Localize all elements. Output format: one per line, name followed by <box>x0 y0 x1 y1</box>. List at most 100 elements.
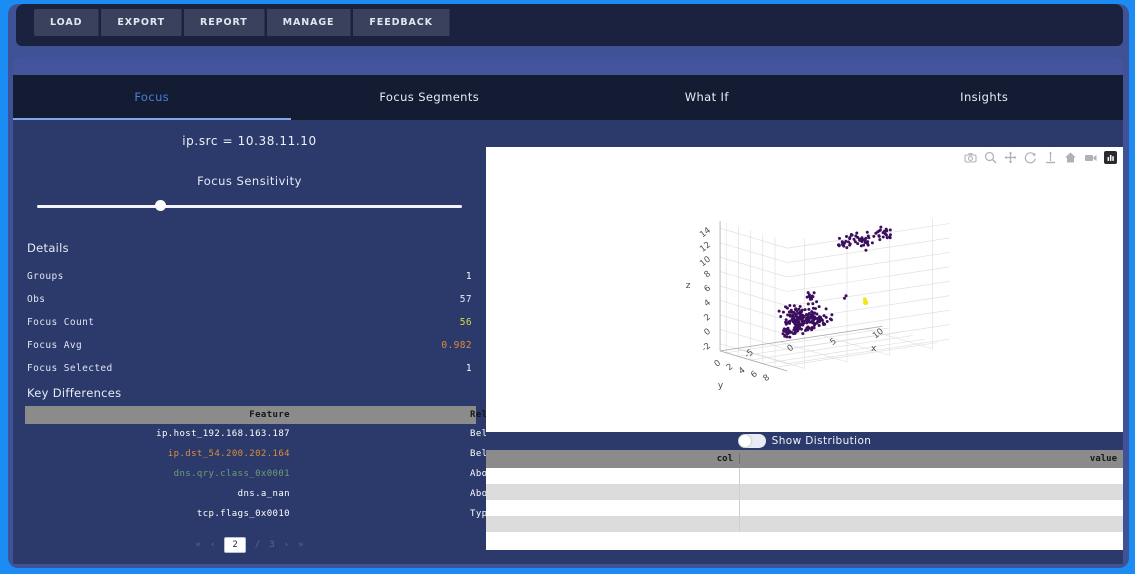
table-header-row: Feature Relation <box>25 406 516 424</box>
load-button[interactable]: LOAD <box>34 9 100 36</box>
tab-what-if[interactable]: What If <box>568 75 846 120</box>
pagination-prev[interactable]: ‹ <box>210 540 215 550</box>
table-row[interactable] <box>486 500 1123 516</box>
slider-track <box>37 205 462 208</box>
zoom-icon[interactable] <box>984 151 997 164</box>
cell-feature: ip.host_192.168.163.187 <box>156 429 290 439</box>
cell-feature: tcp.flags_0x0010 <box>196 509 290 519</box>
table-row[interactable]: ip.host_192.168.163.187Below Average <box>25 424 545 444</box>
svg-text:0: 0 <box>702 327 712 338</box>
export-button[interactable]: EXPORT <box>101 9 182 36</box>
svg-text:2: 2 <box>725 362 735 373</box>
svg-text:14: 14 <box>698 226 713 241</box>
svg-text:0: 0 <box>786 343 796 354</box>
camera-icon[interactable] <box>964 151 977 164</box>
show-distribution-toggle[interactable] <box>737 434 766 448</box>
column-header-feature[interactable]: Feature <box>31 410 470 420</box>
table-row[interactable] <box>486 516 1123 532</box>
pagination-current-input[interactable]: 2 <box>224 537 246 553</box>
tab-insights[interactable]: Insights <box>846 75 1124 120</box>
rotate-icon[interactable] <box>1024 151 1037 164</box>
detail-row: Focus Count 56 <box>13 317 486 328</box>
show-distribution-label: Show Distribution <box>771 435 872 447</box>
pagination-separator: / <box>254 540 261 550</box>
cell-col <box>486 484 740 500</box>
distribution-toggle-bar: Show Distribution <box>486 432 1123 450</box>
sensitivity-label: Focus Sensitivity <box>197 174 302 188</box>
chart-icon[interactable] <box>1104 151 1117 164</box>
main-body: ip.src = 10.38.11.10 Focus Sensitivity D… <box>13 120 1123 564</box>
detail-table: col value <box>486 450 1123 550</box>
toolbar-button-group: LOAD EXPORT REPORT MANAGE FEEDBACK <box>16 4 1123 41</box>
table-row[interactable]: dns.a_nanAbove Average <box>25 484 546 504</box>
report-button[interactable]: REPORT <box>184 9 265 36</box>
column-header-value[interactable]: value <box>740 454 1123 464</box>
pagination-first[interactable]: « <box>196 540 201 550</box>
svg-text:x: x <box>871 344 877 354</box>
axis-icon[interactable] <box>1044 151 1057 164</box>
app-root: LOAD EXPORT REPORT MANAGE FEEDBACK Focus Focu… <box>0 0 1135 574</box>
detail-value: 56 <box>459 317 472 328</box>
pagination-total: 3 <box>269 540 275 550</box>
table-body: ip.host_192.168.163.187Below Averageip.d… <box>25 424 546 524</box>
detail-value: 57 <box>459 294 472 305</box>
svg-text:4: 4 <box>702 298 712 309</box>
svg-text:8: 8 <box>761 373 771 384</box>
table-row[interactable] <box>486 484 1123 500</box>
cell-col <box>486 500 740 516</box>
pagination-last[interactable]: » <box>298 540 303 550</box>
cell-value <box>740 500 1123 516</box>
cell-feature: dns.a_nan <box>237 489 290 499</box>
scatter-plot-3d[interactable]: -2 0 2 4 6 8 10 12 14 z 0 2 4 6 8 y -5 0 5 10 x <box>486 147 1123 432</box>
detail-value: 1 <box>465 271 472 282</box>
focus-sensitivity-slider[interactable] <box>37 199 462 213</box>
table-row[interactable]: ip.dst_54.200.202.164Below Average <box>25 444 545 464</box>
cell-value <box>740 516 1123 532</box>
table-row[interactable] <box>486 468 1123 484</box>
svg-text:-2: -2 <box>700 341 713 354</box>
table-row[interactable]: tcp.flags_0x0010Typical <box>25 504 510 524</box>
move-icon[interactable] <box>1004 151 1017 164</box>
detail-row: Obs 57 <box>13 294 486 305</box>
detail-row: Groups 1 <box>13 271 486 282</box>
details-list: Groups 1 Obs 57 Focus Count 56 Focus Avg 0.982 F… <box>13 271 486 374</box>
cell-col <box>486 516 740 532</box>
home-icon[interactable] <box>1064 151 1077 164</box>
detail-key: Focus Avg <box>27 340 83 351</box>
top-toolbar: LOAD EXPORT REPORT MANAGE FEEDBACK <box>16 4 1123 46</box>
svg-text:6: 6 <box>749 369 759 380</box>
pagination-next[interactable]: › <box>284 540 289 550</box>
tab-focus[interactable]: Focus <box>13 75 291 120</box>
detail-table-header: col value <box>486 450 1123 468</box>
left-panel: ip.src = 10.38.11.10 Focus Sensitivity D… <box>13 120 546 564</box>
right-panel: -2 0 2 4 6 8 10 12 14 z 0 2 4 6 8 y -5 0 5 10 x Show Distrib… <box>486 120 1123 564</box>
svg-text:8: 8 <box>702 269 712 280</box>
manage-button[interactable]: MANAGE <box>266 9 352 36</box>
tab-focus-segments[interactable]: Focus Segments <box>291 75 569 120</box>
svg-text:y: y <box>718 381 724 391</box>
detail-row: Focus Avg 0.982 <box>13 340 486 351</box>
detail-key: Focus Selected <box>27 363 113 374</box>
cell-feature: dns.qry.class_0x0001 <box>173 469 290 479</box>
detail-key: Focus Count <box>27 317 95 328</box>
svg-text:2: 2 <box>702 312 712 323</box>
feedback-button[interactable]: FEEDBACK <box>353 9 450 36</box>
table-row[interactable]: dns.qry.class_0x0001Above Average <box>25 464 546 484</box>
svg-text:12: 12 <box>698 240 713 255</box>
detail-key: Obs <box>27 294 46 305</box>
key-differences-table: Feature Relation ip.host_192.168.163.187… <box>25 406 546 524</box>
video-icon[interactable] <box>1084 151 1097 164</box>
slider-thumb[interactable] <box>155 200 167 211</box>
column-header-col[interactable]: col <box>486 454 740 464</box>
detail-value: 0.982 <box>441 340 472 351</box>
svg-text:0: 0 <box>713 358 723 369</box>
cell-col <box>486 468 740 484</box>
svg-text:4: 4 <box>737 366 747 377</box>
plot-canvas[interactable]: -202468101214z0 2 4 6 8y-5 0510x <box>486 147 1123 432</box>
svg-text:5: 5 <box>828 337 838 348</box>
detail-row: Focus Selected 1 <box>13 363 486 374</box>
pagination: « ‹ 2 / 3 › » <box>13 537 486 553</box>
tab-bar: Focus Focus Segments What If Insights <box>13 75 1123 120</box>
cell-value <box>740 468 1123 484</box>
detail-value: 1 <box>465 363 472 374</box>
